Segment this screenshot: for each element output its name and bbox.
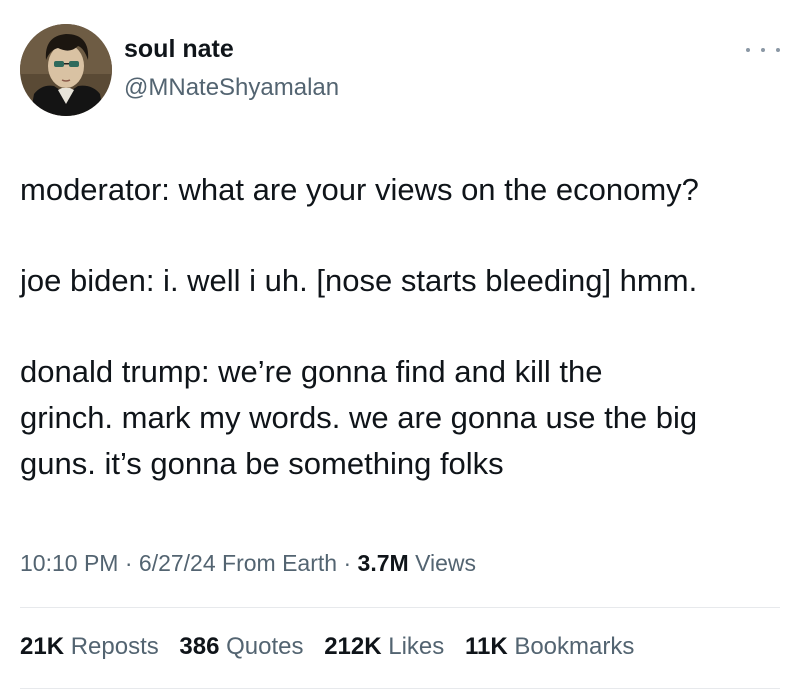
views-count: 3.7M <box>357 550 409 576</box>
quotes-count: 386 <box>179 633 220 660</box>
separator: · <box>124 550 133 576</box>
tweet-line: moderator: what are your views on the ec… <box>20 172 699 207</box>
avatar-portrait-illustration <box>20 24 112 116</box>
dot <box>746 48 750 52</box>
tweet-line: joe biden: i. well i uh. [nose starts bl… <box>20 263 698 298</box>
views-label: Views <box>415 550 476 576</box>
tweet-source: From Earth <box>222 550 338 576</box>
separator: · <box>343 550 352 576</box>
quotes-label: Quotes <box>226 633 304 660</box>
reposts-label: Reposts <box>70 633 159 660</box>
tweet-line: guns. it’s gonna be something folks <box>20 446 504 481</box>
dot <box>761 48 765 52</box>
tweet-text: moderator: what are your views on the ec… <box>20 167 780 487</box>
bookmarks-stat[interactable]: 11K Bookmarks <box>465 633 634 660</box>
quotes-stat[interactable]: 386 Quotes <box>179 633 303 660</box>
likes-label: Likes <box>388 633 445 660</box>
bookmarks-count: 11K <box>464 633 508 660</box>
author-handle[interactable]: @MNateShyamalan <box>124 74 339 102</box>
bookmarks-label: Bookmarks <box>514 633 635 660</box>
more-dots-icon[interactable] <box>746 40 780 60</box>
reposts-count: 21K <box>20 633 65 660</box>
reposts-stat[interactable]: 21K Reposts <box>20 633 159 660</box>
author-display-name[interactable]: soul nate <box>124 35 234 64</box>
tweet-time[interactable]: 10:10 PM <box>20 550 118 576</box>
avatar[interactable] <box>20 24 112 116</box>
dot <box>776 48 780 52</box>
tweet-line: donald trump: we’re gonna find and kill … <box>20 354 603 389</box>
tweet-line: grinch. mark my words. we are gonna use … <box>20 400 698 435</box>
divider <box>20 688 780 689</box>
divider <box>20 607 780 608</box>
likes-count: 212K <box>324 633 382 660</box>
likes-stat[interactable]: 212K Likes <box>324 633 444 660</box>
engagement-stats: 21K Reposts 386 Quotes 212K Likes 11K Bo… <box>20 633 648 661</box>
tweet-date[interactable]: 6/27/24 <box>139 550 216 576</box>
tweet-meta: 10:10 PM · 6/27/24 From Earth · 3.7M Vie… <box>20 550 476 577</box>
